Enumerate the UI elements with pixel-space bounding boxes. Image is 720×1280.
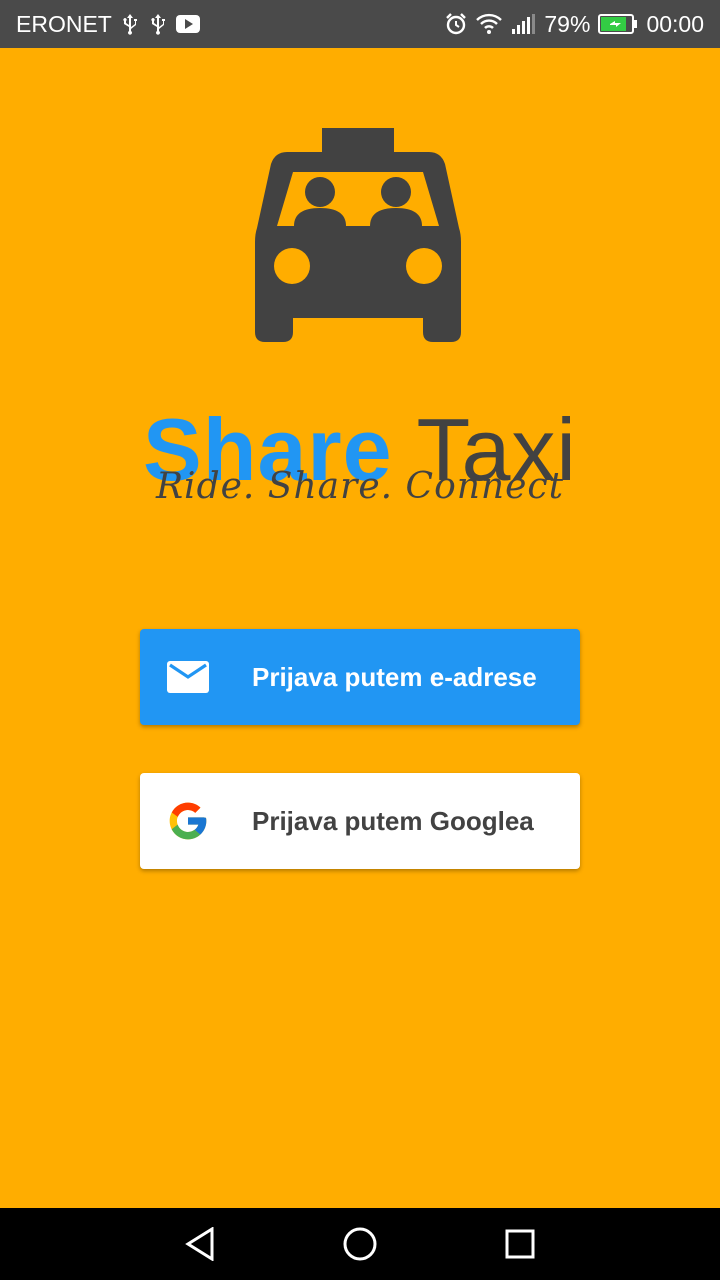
tagline: Ride. Share. Connect xyxy=(155,466,565,507)
battery-percent: 79% xyxy=(544,10,591,37)
wifi-icon xyxy=(476,13,503,35)
signal-icon xyxy=(510,13,536,35)
youtube-icon xyxy=(175,15,200,33)
google-icon xyxy=(166,799,210,843)
main-screen: Share Taxi Ride. Share. Connect Prijava … xyxy=(0,48,720,1208)
battery-charging-icon xyxy=(598,13,638,35)
usb-icon xyxy=(120,12,140,36)
usb-icon xyxy=(148,12,168,36)
back-icon[interactable] xyxy=(180,1226,220,1262)
taxi-icon xyxy=(255,128,461,342)
carrier-name: ERONET xyxy=(16,10,112,37)
mail-icon xyxy=(166,655,210,699)
google-login-button[interactable]: Prijava putem Googlea xyxy=(140,773,580,869)
status-left: ERONET xyxy=(16,11,200,38)
email-login-button[interactable]: Prijava putem e-adrese xyxy=(140,629,580,725)
status-right: 79% 00:00 xyxy=(444,11,704,38)
google-login-label: Prijava putem Googlea xyxy=(252,806,534,836)
recents-icon[interactable] xyxy=(500,1226,540,1262)
navigation-bar xyxy=(0,1208,720,1280)
clock: 00:00 xyxy=(646,10,704,37)
alarm-icon xyxy=(444,12,468,36)
home-icon[interactable] xyxy=(340,1226,380,1262)
email-login-label: Prijava putem e-adrese xyxy=(252,662,537,692)
status-bar: ERONET 79% 00:00 xyxy=(0,0,720,48)
